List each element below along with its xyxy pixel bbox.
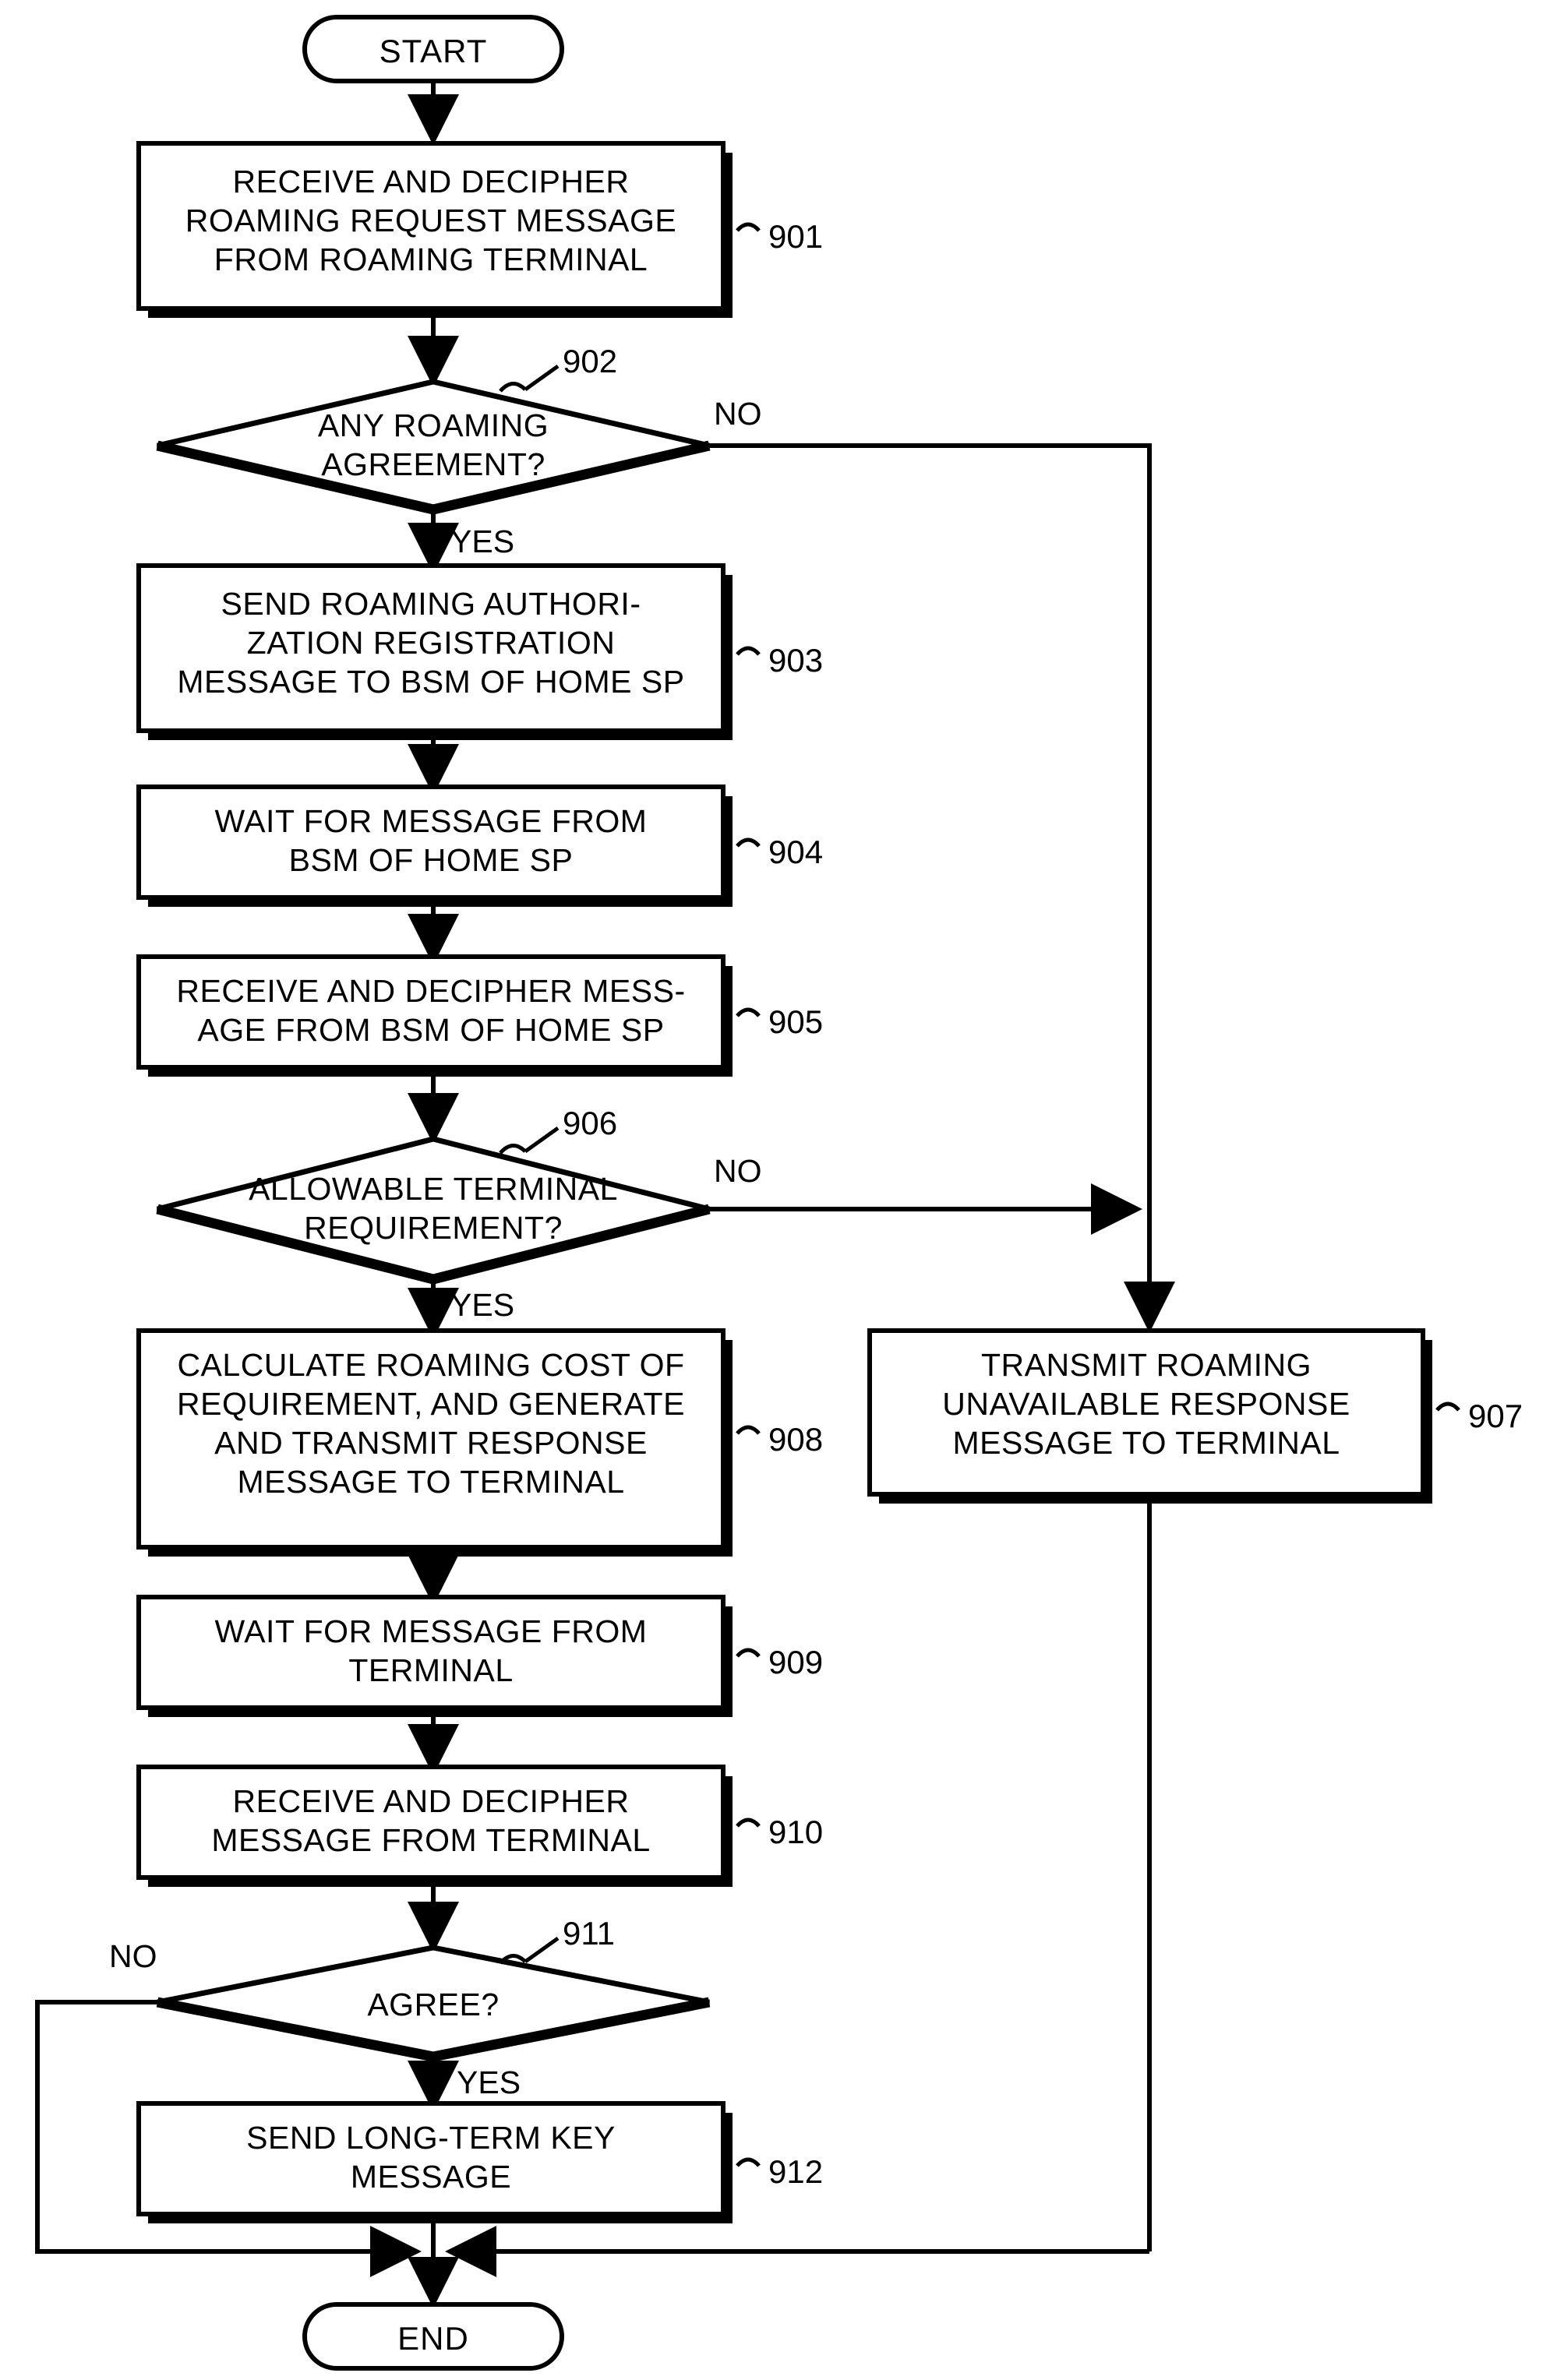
edge-label-906-no: NO <box>714 1153 762 1189</box>
edge-label-902-yes: YES <box>450 524 515 559</box>
ref-905: 905 <box>768 1003 824 1040</box>
node-910 <box>136 1765 726 1880</box>
node-start <box>302 15 564 83</box>
node-end <box>302 2302 564 2371</box>
node-906 <box>157 1136 710 1282</box>
ref-906: 906 <box>563 1105 618 1141</box>
ref-911: 911 <box>563 1915 615 1952</box>
node-902 <box>157 379 710 513</box>
edge-label-911-no: NO <box>109 1938 157 1974</box>
ref-912: 912 <box>768 2153 824 2190</box>
edge-label-902-no: NO <box>714 396 762 432</box>
node-908 <box>136 1328 726 1550</box>
edge-902-no <box>709 443 1175 1333</box>
flowchart-canvas: START RECEIVE AND DECIPHER ROAMING REQUE… <box>0 0 1564 2380</box>
ref-909: 909 <box>768 1644 824 1680</box>
ref-907: 907 <box>1468 1398 1523 1434</box>
ref-901: 901 <box>768 218 824 255</box>
edge-label-906-yes: YES <box>450 1287 515 1323</box>
ref-908: 908 <box>768 1421 824 1458</box>
edge-label-911-yes: YES <box>457 2064 521 2100</box>
node-909 <box>136 1595 726 1710</box>
ref-904: 904 <box>768 834 824 870</box>
node-904 <box>136 785 726 900</box>
node-905 <box>136 954 726 1070</box>
flowchart-svg <box>35 15 1460 2371</box>
node-901 <box>136 141 726 311</box>
ref-910: 910 <box>768 1814 824 1850</box>
node-911 <box>157 1945 710 2060</box>
node-903 <box>136 563 726 733</box>
ref-902: 902 <box>563 343 618 379</box>
ref-903: 903 <box>768 642 824 679</box>
node-912 <box>136 2101 726 2216</box>
node-907 <box>867 1328 1425 1497</box>
